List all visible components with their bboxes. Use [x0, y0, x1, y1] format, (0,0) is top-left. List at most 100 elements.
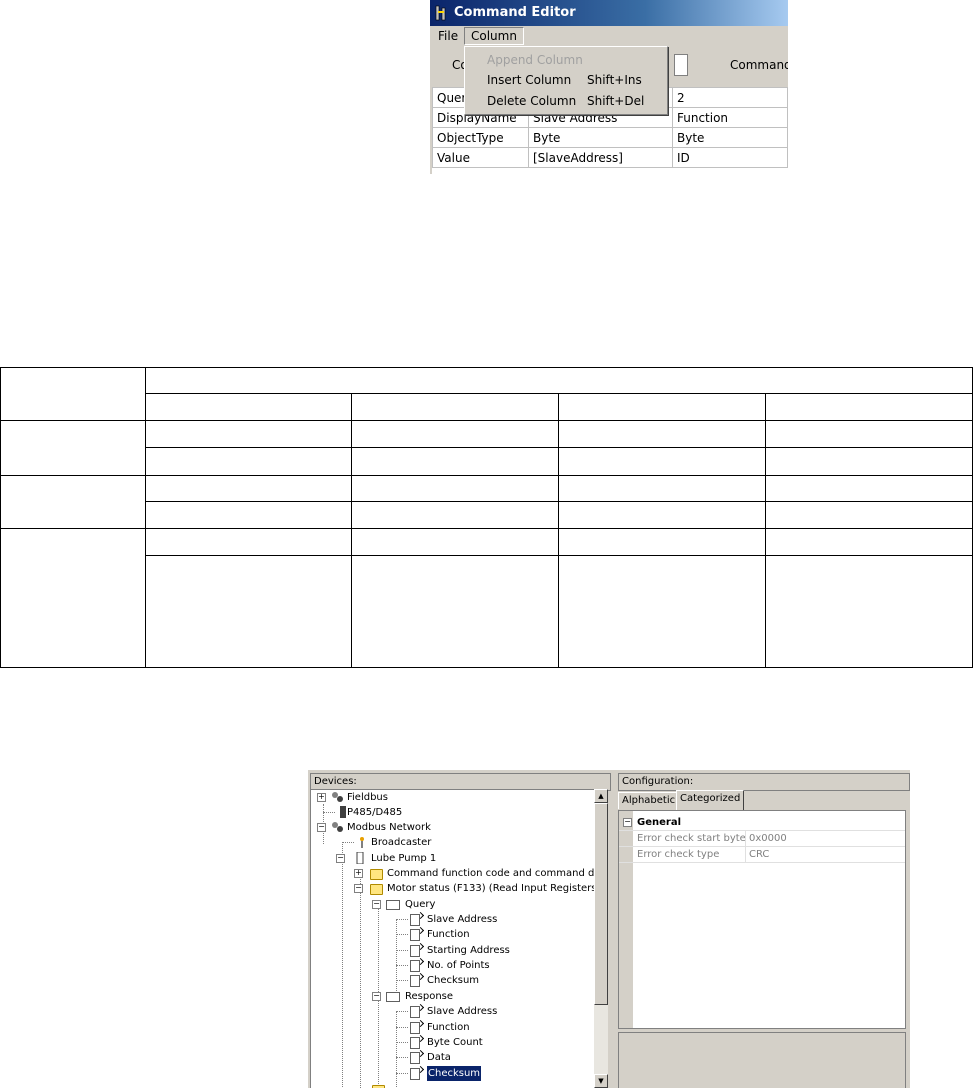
tree-connector [396, 1011, 397, 1088]
config-tabs: Alphabetic Categorized [618, 790, 908, 810]
tree-node-label: Data [427, 1052, 451, 1063]
tree-connector [396, 1073, 408, 1074]
menu-item-insert-column[interactable]: Insert Column Shift+Ins [487, 70, 657, 90]
scroll-thumb[interactable] [594, 803, 608, 1005]
tree-connector [342, 842, 354, 843]
table-column-divider [765, 393, 766, 668]
app-icon [435, 5, 446, 21]
envelope-icon [386, 900, 400, 910]
device-tree: + Fieldbus P485/D485 − Modbus Network Br… [310, 789, 596, 1088]
toolbar-input[interactable] [674, 54, 688, 76]
tree-connector [396, 919, 397, 999]
property-value[interactable]: 0x0000 [745, 831, 787, 846]
expand-icon[interactable]: + [354, 869, 363, 878]
table-column-divider [145, 367, 146, 668]
property-group-label: General [637, 817, 681, 828]
tree-node-label: Checksum [427, 1066, 482, 1081]
menu-bar: File Column [430, 26, 788, 46]
table-row-divider [145, 501, 973, 502]
tree-scrollbar[interactable]: ▲ ▼ [594, 789, 608, 1088]
envelope-icon [386, 992, 400, 1002]
tree-connector [396, 950, 408, 951]
tree-connector [396, 965, 408, 966]
menu-item-append-column[interactable]: Append Column [487, 50, 657, 70]
table-row-divider [0, 475, 973, 476]
table-row-divider [0, 420, 973, 421]
tree-node-label: Fieldbus [347, 792, 388, 803]
tree-connector [396, 1027, 408, 1028]
menu-item-delete-column[interactable]: Delete Column Shift+Del [487, 91, 657, 111]
document-icon [410, 960, 420, 972]
tree-connector [396, 1057, 408, 1058]
tree-connector [342, 842, 343, 1088]
table-column-divider [351, 393, 352, 668]
table-row-divider [145, 447, 973, 448]
grid-row: Value [SlaveAddress] ID [432, 147, 788, 168]
grid-cell[interactable]: ObjectType [432, 127, 529, 148]
tree-node-label: Slave Address [427, 1006, 498, 1017]
grid-cell[interactable]: Value [432, 147, 529, 168]
collapse-icon[interactable]: − [623, 818, 632, 827]
property-group-general[interactable]: − General [619, 815, 905, 831]
tree-node-label: Response [405, 991, 454, 1002]
grid-cell[interactable]: ID [672, 147, 788, 168]
grid-cell[interactable]: Function [672, 107, 788, 128]
collapse-icon[interactable]: − [372, 992, 381, 1001]
collapse-icon[interactable]: − [372, 900, 381, 909]
tree-connector [396, 980, 408, 981]
table-border-left [0, 367, 1, 668]
menu-column[interactable]: Column [464, 27, 524, 45]
table-row-divider [145, 393, 973, 394]
tree-node-label: Checksum [427, 975, 480, 986]
devices-configuration-window: Devices: Configuration: + Fieldbus P485/… [308, 770, 910, 1088]
tree-node-label: Byte Count [427, 1037, 483, 1048]
tree-node-label: Motor status (F133) (Read Input Register… [387, 883, 596, 894]
tree-connector [396, 1042, 408, 1043]
grid-row: ObjectType Byte Byte [432, 127, 788, 148]
collapse-icon[interactable]: − [317, 823, 326, 832]
scroll-down-icon[interactable]: ▼ [594, 1074, 608, 1088]
table-column-divider [558, 393, 559, 668]
tab-categorized[interactable]: Categorized [676, 790, 745, 810]
tab-alphabetic[interactable]: Alphabetic [618, 792, 680, 809]
tree-connector [396, 1011, 408, 1012]
antenna-icon [360, 837, 364, 848]
collapse-icon[interactable]: − [336, 854, 345, 863]
menu-file[interactable]: File [436, 28, 460, 44]
menu-item-shortcut: Shift+Del [587, 94, 645, 108]
scroll-up-icon[interactable]: ▲ [594, 789, 608, 803]
tree-node-label: Starting Address [427, 945, 510, 956]
collapse-icon[interactable]: − [354, 884, 363, 893]
document-icon [410, 1068, 420, 1080]
folder-icon [370, 869, 383, 880]
tree-node-label: Function [427, 1022, 470, 1033]
property-value[interactable]: CRC [745, 847, 769, 862]
document-icon [410, 1037, 420, 1049]
property-row[interactable]: Error check start byte 0x0000 [619, 831, 905, 847]
menu-item-shortcut: Shift+Ins [587, 73, 642, 87]
network-icon [332, 792, 343, 802]
description-panel [618, 1032, 906, 1088]
grid-cell[interactable]: Byte [672, 127, 788, 148]
tree-connector [396, 934, 408, 935]
document-icon [410, 1006, 420, 1018]
expand-icon[interactable]: + [317, 793, 326, 802]
property-row[interactable]: Error check type CRC [619, 847, 905, 863]
menu-item-label: Insert Column [487, 73, 572, 87]
tree-node-label: Lube Pump 1 [371, 853, 437, 864]
grid-cell[interactable]: Byte [528, 127, 673, 148]
grid-cell[interactable]: [SlaveAddress] [528, 147, 673, 168]
menu-item-label: Delete Column [487, 94, 577, 108]
tree-node-label: Modbus Network [347, 822, 431, 833]
property-grid: − General Error check start byte 0x0000 … [618, 810, 906, 1029]
tree-node-label: Function [427, 929, 470, 940]
device-icon [356, 852, 364, 864]
column-menu-dropdown: Append Column Insert Column Shift+Ins De… [464, 46, 668, 115]
tree-connector [323, 812, 335, 813]
document-icon [410, 945, 420, 957]
menu-item-label: Append Column [487, 53, 583, 67]
empty-table [0, 367, 973, 668]
grid-cell[interactable]: 2 [672, 87, 788, 108]
document-icon [410, 1052, 420, 1064]
document-icon [410, 929, 420, 941]
